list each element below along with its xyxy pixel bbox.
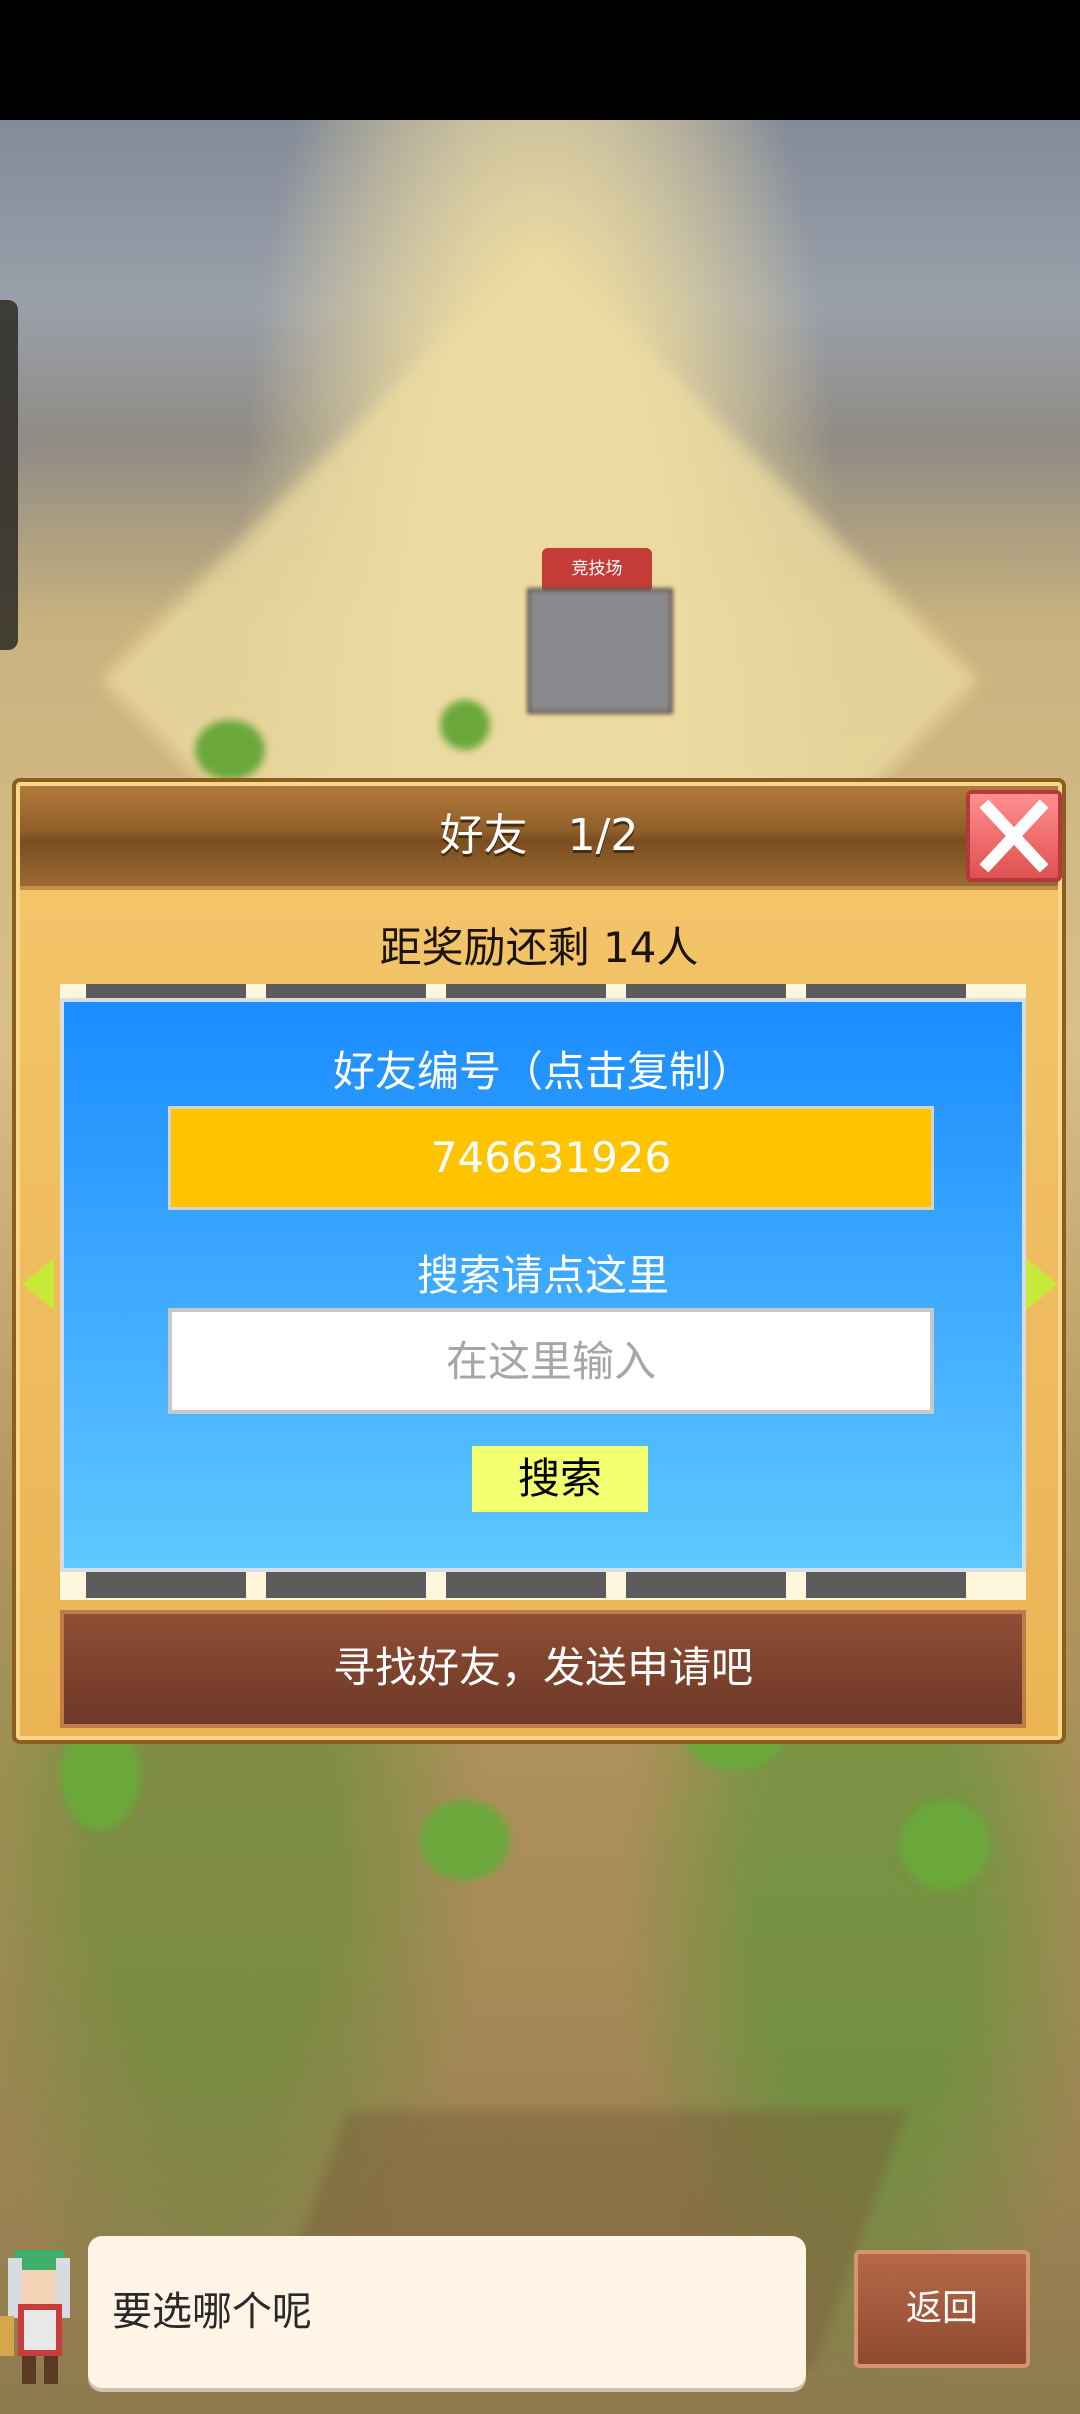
arena-sign: 竞技场 — [542, 548, 652, 590]
page-tab — [266, 1572, 426, 1598]
page-tab — [86, 1572, 246, 1598]
back-button[interactable]: 返回 — [854, 2250, 1030, 2368]
status-bar — [0, 0, 1080, 120]
friend-id-copy-field[interactable]: 746631926 — [168, 1106, 934, 1210]
page-tab — [806, 1572, 966, 1598]
friend-search-input[interactable] — [168, 1308, 934, 1414]
dialog-message: 要选哪个呢 — [112, 2289, 312, 2335]
tree — [420, 1800, 510, 1880]
speech-bubble: 要选哪个呢 — [88, 2236, 806, 2388]
find-friends-banner[interactable]: 寻找好友，发送申请吧 — [60, 1610, 1026, 1728]
dialog-area: 要选哪个呢 返回 — [0, 2236, 1080, 2414]
previous-page-arrow-icon[interactable] — [22, 1258, 54, 1310]
character-avatar — [0, 2250, 70, 2384]
friend-id-label: 好友编号（点击复制） — [332, 1047, 753, 1096]
bush — [440, 700, 490, 750]
page-tab — [446, 1572, 606, 1598]
panel-header: 好友 1/2 — [20, 786, 1058, 890]
friend-panel: 好友 1/2 距奖励还剩 14人 好友编号（点击复制） 746631926 搜索请… — [12, 778, 1066, 1744]
reward-remaining-text: 距奖励还剩 14人 — [379, 923, 699, 972]
arena-body — [527, 588, 673, 714]
side-drawer-handle[interactable] — [0, 300, 18, 650]
friend-search-card: 好友编号（点击复制） 746631926 搜索请点这里 搜索 — [60, 998, 1026, 1572]
bush — [195, 720, 265, 780]
close-icon — [979, 799, 1049, 873]
page-tab-strip-bottom — [60, 1572, 1026, 1600]
tree — [900, 1800, 990, 1890]
arena-building[interactable]: 竞技场 — [522, 548, 673, 718]
page-tab — [626, 1572, 786, 1598]
panel-page-indicator: 1/2 — [567, 810, 639, 861]
search-label: 搜索请点这里 — [416, 1251, 669, 1300]
panel-title-text: 好友 — [439, 810, 528, 861]
next-page-arrow-icon[interactable] — [1026, 1258, 1058, 1310]
search-button[interactable]: 搜索 — [472, 1446, 648, 1512]
close-button[interactable] — [966, 790, 1062, 882]
panel-title: 好友 1/2 — [20, 786, 1058, 886]
